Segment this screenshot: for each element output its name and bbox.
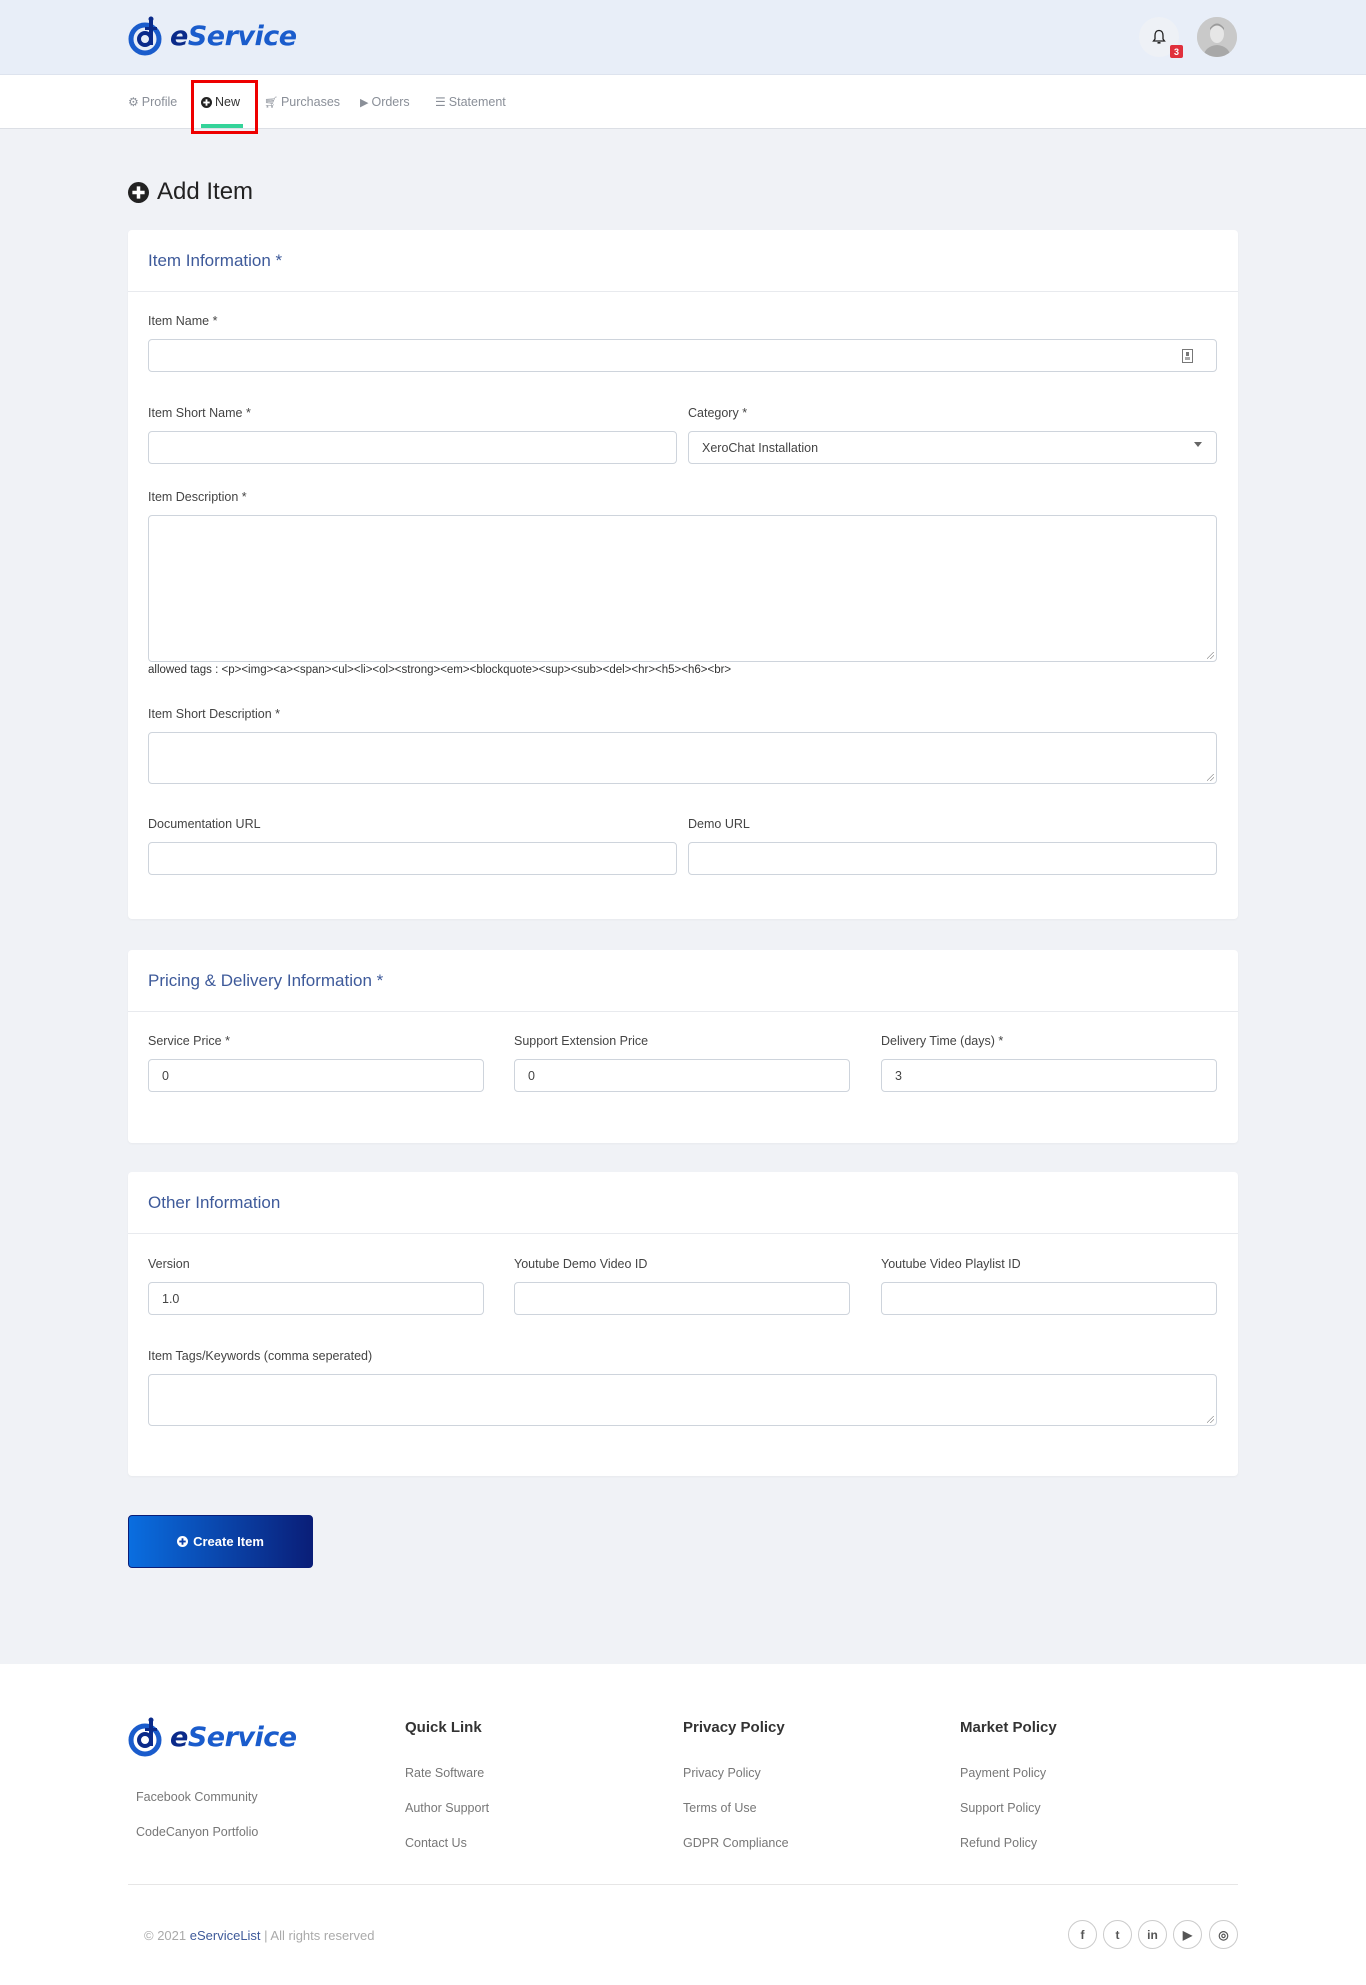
category-label: Category * [688, 406, 748, 420]
create-item-button[interactable]: Create Item [128, 1515, 313, 1568]
demo-url-input[interactable] [688, 842, 1217, 875]
footer-heading-quick-link: Quick Link [405, 1719, 482, 1736]
card-title: Pricing & Delivery Information * [128, 950, 1238, 1012]
youtube-playlist-label: Youtube Video Playlist ID [881, 1257, 1021, 1271]
nav-tab-statement[interactable]: ☰ Statement [435, 75, 506, 129]
resize-handle-icon[interactable] [1207, 1416, 1214, 1423]
cart-icon: 🛒︎ [264, 96, 278, 109]
card-title: Item Information * [128, 230, 1238, 292]
footer-link-payment-policy[interactable]: Payment Policy [960, 1766, 1046, 1780]
other-information-card: Other Information [128, 1172, 1238, 1476]
youtube-demo-video-label: Youtube Demo Video ID [514, 1257, 648, 1271]
documentation-url-label: Documentation URL [148, 817, 261, 831]
copyright-brand-link[interactable]: eServiceList [190, 1928, 261, 1943]
resize-handle-icon[interactable] [1207, 774, 1214, 781]
youtube-icon[interactable]: ▶ [1173, 1920, 1202, 1949]
footer-heading-privacy-policy: Privacy Policy [683, 1719, 785, 1736]
item-tags-textarea[interactable] [148, 1374, 1217, 1426]
footer-divider [128, 1884, 1238, 1885]
plus-circle-icon [177, 1536, 189, 1547]
logo-mark-icon [128, 1717, 162, 1757]
brand-wordmark: eService [170, 1721, 297, 1753]
facebook-icon[interactable]: f [1068, 1920, 1097, 1949]
caret-down-icon [1194, 442, 1202, 447]
plus-circle-icon [128, 181, 149, 203]
item-name-label: Item Name * [148, 314, 218, 328]
nav-tab-orders[interactable]: ▶ Orders [360, 75, 410, 129]
item-description-label: Item Description * [148, 490, 247, 504]
brand-wordmark: eService [170, 20, 297, 52]
support-extension-price-label: Support Extension Price [514, 1034, 649, 1048]
version-label: Version [148, 1257, 190, 1271]
version-input[interactable]: 1.0 [148, 1282, 484, 1315]
category-select[interactable]: XeroChat Installation [688, 431, 1217, 464]
allowed-tags-hint: allowed tags : <p><img><a><span><ul><li>… [148, 664, 732, 676]
user-avatar[interactable] [1197, 17, 1237, 57]
footer-link-rate-software[interactable]: Rate Software [405, 1766, 484, 1780]
card-title: Other Information [128, 1172, 1238, 1234]
page-title: Add Item [128, 178, 253, 206]
twitter-icon[interactable]: t [1103, 1920, 1132, 1949]
item-short-description-label: Item Short Description * [148, 707, 280, 721]
youtube-playlist-input[interactable] [881, 1282, 1217, 1315]
brand-logo[interactable]: eService [128, 15, 297, 57]
linkedin-icon[interactable]: in [1138, 1920, 1167, 1949]
footer-link-codecanyon-portfolio[interactable]: CodeCanyon Portfolio [136, 1825, 258, 1839]
footer-link-contact-us[interactable]: Contact Us [405, 1836, 467, 1850]
logo-mark-icon [128, 16, 162, 56]
instagram-icon[interactable]: ◎ [1209, 1920, 1238, 1949]
pricing-delivery-card: Pricing & Delivery Information * [128, 950, 1238, 1143]
footer-brand-logo[interactable]: eService [128, 1716, 297, 1758]
item-short-name-input[interactable] [148, 431, 677, 464]
bell-icon [1152, 29, 1166, 44]
list-icon: ☰ [435, 95, 446, 109]
support-extension-price-input[interactable]: 0 [514, 1059, 850, 1092]
youtube-demo-video-input[interactable] [514, 1282, 850, 1315]
annotation-highlight-box [191, 80, 258, 134]
delivery-time-input[interactable]: 3 [881, 1059, 1217, 1092]
footer-link-facebook-community[interactable]: Facebook Community [136, 1790, 258, 1804]
gear-icon: ⚙ [128, 95, 139, 109]
nav-tab-purchases[interactable]: 🛒︎ Purchases [264, 75, 340, 129]
top-header: eService 3 [0, 0, 1366, 75]
copyright-text: © 2021 eServiceList | All rights reserve… [144, 1928, 375, 1943]
nav-tab-profile[interactable]: ⚙ Profile [128, 75, 177, 129]
notification-count-badge: 3 [1170, 45, 1183, 58]
footer-link-privacy-policy[interactable]: Privacy Policy [683, 1766, 761, 1780]
delivery-time-label: Delivery Time (days) * [881, 1034, 1004, 1048]
documentation-url-input[interactable] [148, 842, 677, 875]
footer-link-author-support[interactable]: Author Support [405, 1801, 489, 1815]
footer-link-gdpr-compliance[interactable]: GDPR Compliance [683, 1836, 789, 1850]
footer-link-support-policy[interactable]: Support Policy [960, 1801, 1041, 1815]
footer-link-terms-of-use[interactable]: Terms of Use [683, 1801, 757, 1815]
contact-card-autofill-icon[interactable] [1182, 349, 1193, 363]
footer-heading-market-policy: Market Policy [960, 1719, 1057, 1736]
demo-url-label: Demo URL [688, 817, 750, 831]
play-icon: ▶ [360, 96, 369, 109]
resize-handle-icon[interactable] [1207, 652, 1214, 659]
service-price-label: Service Price * [148, 1034, 230, 1048]
item-tags-label: Item Tags/Keywords (comma seperated) [148, 1349, 373, 1363]
item-description-textarea[interactable] [148, 515, 1217, 662]
footer-link-refund-policy[interactable]: Refund Policy [960, 1836, 1037, 1850]
user-silhouette-icon [1197, 17, 1237, 57]
item-name-input[interactable] [148, 339, 1217, 372]
item-short-name-label: Item Short Name * [148, 406, 251, 420]
service-price-input[interactable]: 0 [148, 1059, 484, 1092]
item-short-description-textarea[interactable] [148, 732, 1217, 784]
